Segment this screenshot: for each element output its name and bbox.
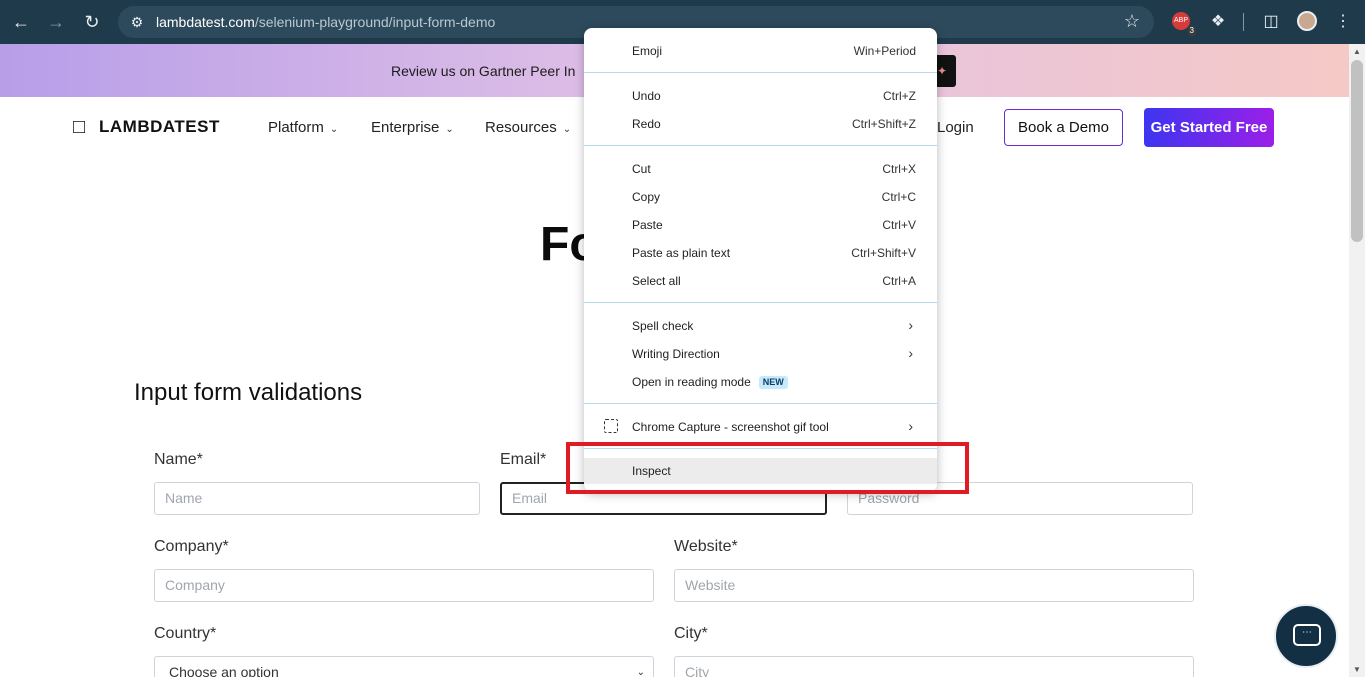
name-label: Name* — [154, 451, 203, 468]
chevron-down-icon: ⌄ — [329, 124, 339, 135]
website-input[interactable]: Website — [674, 569, 1194, 602]
nav-platform[interactable]: Platform ⌄ — [268, 119, 338, 136]
banner-text[interactable]: Review us on Gartner Peer In — [391, 63, 575, 79]
get-started-button[interactable]: Get Started Free — [1144, 108, 1274, 147]
inspect-highlight-box — [566, 442, 969, 494]
menu-item-paste-plain[interactable]: Paste as plain text Ctrl+Shift+V — [584, 240, 937, 266]
country-select[interactable]: Choose an option ⌄ — [154, 656, 654, 677]
chrome-menu-icon[interactable]: ⋮ — [1331, 10, 1355, 34]
book-demo-button[interactable]: Book a Demo — [1004, 109, 1123, 146]
website-label: Website* — [674, 538, 738, 555]
menu-divider — [584, 145, 937, 146]
menu-item-reading-mode[interactable]: Open in reading mode NEW — [584, 369, 937, 395]
menu-item-select-all[interactable]: Select all Ctrl+A — [584, 268, 937, 294]
lambdatest-logo[interactable]: □ LAMBDATEST — [73, 115, 220, 139]
chevron-right-icon: › — [908, 418, 913, 434]
menu-item-redo[interactable]: Redo Ctrl+Shift+Z — [584, 111, 937, 137]
chevron-right-icon: › — [908, 317, 913, 333]
new-badge: NEW — [758, 376, 788, 389]
scrollbar-thumb[interactable] — [1351, 60, 1363, 242]
menu-item-undo[interactable]: Undo Ctrl+Z — [584, 83, 937, 109]
logo-text: LAMBDATEST — [99, 117, 220, 136]
menu-divider — [584, 302, 937, 303]
email-label: Email* — [500, 451, 547, 468]
reload-icon[interactable]: ↻ — [80, 10, 104, 34]
chevron-down-icon: ⌄ — [445, 124, 454, 135]
name-input[interactable]: Name — [154, 482, 480, 515]
nav-enterprise[interactable]: Enterprise ⌄ — [371, 119, 454, 136]
city-label: City* — [674, 625, 708, 642]
section-title: Input form validations — [134, 379, 363, 406]
bookmark-star-icon[interactable]: ☆ — [1124, 11, 1140, 32]
url-text[interactable]: lambdatest.com/selenium-playground/input… — [156, 14, 495, 30]
site-settings-icon[interactable]: ⚙ — [128, 13, 146, 31]
chevron-right-icon: › — [908, 345, 913, 361]
nav-resources[interactable]: Resources ⌄ — [485, 119, 571, 136]
chevron-down-icon: ⌄ — [636, 667, 645, 677]
menu-item-cut[interactable]: Cut Ctrl+X — [584, 156, 937, 182]
profile-avatar[interactable] — [1297, 11, 1317, 31]
forward-icon[interactable]: → — [44, 10, 68, 34]
chevron-down-icon: ⌄ — [562, 124, 572, 135]
extensions-puzzle-icon[interactable]: ❖ — [1206, 10, 1230, 34]
menu-item-spell-check[interactable]: Spell check › — [584, 313, 937, 339]
chat-widget-button[interactable]: ⋯ — [1274, 604, 1338, 668]
side-panel-icon[interactable]: ◫ — [1259, 10, 1283, 34]
scroll-up-icon[interactable]: ▲ — [1353, 47, 1361, 56]
country-label: Country* — [154, 625, 217, 642]
country-select-value: Choose an option — [169, 664, 279, 677]
menu-divider — [584, 72, 937, 73]
city-input[interactable]: City — [674, 656, 1194, 677]
chat-bubble-icon: ⋯ — [1293, 624, 1321, 646]
login-link[interactable]: Login — [937, 119, 974, 136]
back-icon[interactable]: ← — [9, 10, 33, 34]
adblock-count-badge: 3 — [1187, 26, 1196, 36]
context-menu: Emoji Win+Period Undo Ctrl+Z Redo Ctrl+Shif… — [584, 28, 937, 492]
lambdatest-logo-icon: □ — [73, 116, 86, 138]
company-label: Company* — [154, 538, 229, 555]
menu-item-copy[interactable]: Copy Ctrl+C — [584, 184, 937, 210]
menu-item-emoji[interactable]: Emoji Win+Period — [584, 38, 937, 64]
menu-item-chrome-capture[interactable]: Chrome Capture - screenshot gif tool › — [584, 414, 937, 440]
scroll-down-icon[interactable]: ▼ — [1353, 665, 1361, 674]
adblock-extension-icon[interactable]: ABP 3 — [1172, 12, 1196, 36]
menu-item-writing-direction[interactable]: Writing Direction › — [584, 341, 937, 367]
toolbar-divider — [1243, 13, 1244, 31]
company-input[interactable]: Company — [154, 569, 654, 602]
capture-icon — [604, 419, 618, 433]
menu-divider — [584, 403, 937, 404]
menu-item-paste[interactable]: Paste Ctrl+V — [584, 212, 937, 238]
